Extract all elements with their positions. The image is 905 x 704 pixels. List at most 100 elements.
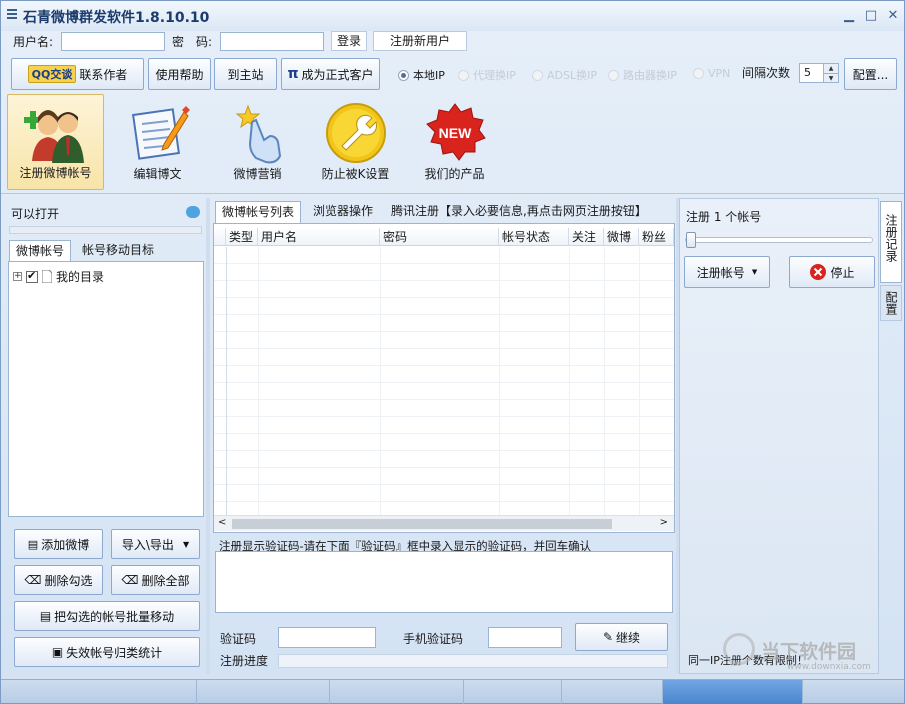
close-icon[interactable]: ✕ [885,8,901,24]
scroll-right-icon[interactable]: > [660,517,668,528]
register-progress-bar [278,654,668,668]
register-count-text: 注册 1 个帐号 [686,210,762,224]
wrench-icon [325,103,386,163]
tree-label: 我的目录 [56,270,105,284]
eraser-icon: ⌫ [121,573,139,587]
window-title: 石青微博群发软件1.8.10.10 [23,10,210,26]
qq-chat-icon: QQ交谈 [27,65,77,83]
vtab-register-log[interactable]: 注册记录 [880,201,902,283]
tool-label: 我们的产品 [424,167,485,181]
grid-corner [214,228,226,245]
vtab-label: 配置 [884,291,898,315]
interval-value: 5 [804,66,811,79]
tool-edit-post[interactable]: 编辑博文 [109,94,206,190]
tool-anti-ban[interactable]: 防止被K设置 [307,94,404,190]
radio-dot [693,68,704,79]
expand-icon[interactable]: + [13,272,22,281]
scroll-thumb[interactable] [232,519,612,529]
column-header[interactable]: 密码 [380,228,499,245]
password-label: 密 码: [172,35,213,49]
column-header[interactable]: 粉丝 [639,228,674,245]
username-input[interactable] [61,32,165,51]
hand-star-icon [235,104,281,164]
tool-register-account[interactable]: 注册微博帐号 [7,94,104,190]
radio-dot [532,69,543,81]
batch-move-button[interactable]: ▤ 把勾选的帐号批量移动 [14,601,200,631]
account-grid: 类型 用户名 密码 帐号状态 关注 微博 粉丝 < > [213,223,675,533]
phone-captcha-input[interactable] [488,627,562,648]
continue-icon: ✎ [602,630,614,644]
tab-tencent-register[interactable]: 腾讯注册【录入必要信息,再点击网页注册按钮】 [385,201,653,223]
tool-our-products[interactable]: NEW 我们的产品 [406,94,503,190]
delete-checked-button[interactable]: ⌫ 删除勾选 [14,565,103,595]
config-button[interactable]: 配置... [844,58,897,90]
watermark-url: www.downxia.com [787,662,871,672]
spin-up-icon[interactable]: ▲ [823,64,838,73]
tool-label: 编辑博文 [133,167,182,181]
interval-spinner[interactable]: 5 ▲ ▼ [799,63,839,83]
vtab-config[interactable]: 配置 [880,285,902,321]
status-cell [197,680,330,704]
register-account-label: 注册帐号 [696,265,745,280]
status-progress [9,226,202,234]
info-bubble-icon [186,206,200,218]
stop-icon [810,264,827,280]
invalid-stats-label: 失效帐号归类统计 [66,645,163,660]
watermark-logo [723,633,755,665]
status-cell-active [663,680,803,704]
radio-label: 本地IP [413,69,445,82]
minimize-icon[interactable]: ▁ [841,8,857,24]
system-menu-icon[interactable] [7,9,17,19]
invalid-stats-button[interactable]: ▣ 失效帐号归类统计 [14,637,200,667]
document-icon [42,270,52,283]
radio-local-ip[interactable]: 本地IP [398,67,445,83]
radio-proxy-ip[interactable]: 代理换IP [458,67,516,83]
password-input[interactable] [220,32,324,51]
column-header[interactable]: 类型 [226,228,258,245]
to-site-button[interactable]: 到主站 [214,58,277,90]
register-user-button[interactable]: 注册新用户 [373,31,467,51]
register-count-slider[interactable] [685,232,873,248]
pi-icon: π [287,66,299,82]
spin-down-icon[interactable]: ▼ [823,73,838,82]
main-window: 石青微博群发软件1.8.10.10 ▁ □ ✕ 用户名: 密 码: 登录 注册新… [0,0,905,704]
help-button[interactable]: 使用帮助 [148,58,211,90]
tool-weibo-marketing[interactable]: 微博营销 [209,94,306,190]
register-account-button[interactable]: 注册帐号 ▼ [684,256,770,288]
edit-document-icon [131,106,190,160]
tool-label: 微博营销 [233,167,282,181]
slider-thumb[interactable] [686,232,696,248]
column-header[interactable]: 微博 [604,228,639,245]
register-panel: 注册 1 个帐号 注册帐号 ▼ 停止 同一IP注册个数有限制！ [679,198,879,674]
login-button[interactable]: 登录 [331,31,367,51]
contact-author-button[interactable]: QQ交谈 联系作者 [11,58,144,90]
tab-browser-ops[interactable]: 浏览器操作 [307,201,379,223]
radio-adsl-ip[interactable]: ADSL换IP [532,67,597,83]
left-splitter[interactable] [206,198,210,674]
import-export-button[interactable]: 导入\导出 ▼ [111,529,200,559]
delete-all-button[interactable]: ⌫ 删除全部 [111,565,200,595]
tree-checkbox[interactable] [26,269,38,283]
tab-move-target[interactable]: 帐号移动目标 [76,240,160,262]
become-customer-button[interactable]: π 成为正式客户 [281,58,380,90]
new-badge-icon: NEW [425,103,486,161]
tab-weibo-accounts[interactable]: 微博帐号 [9,240,72,262]
tab-account-list[interactable]: 微博帐号列表 [215,201,302,223]
continue-button[interactable]: ✎ 继续 [575,623,668,651]
username-label: 用户名: [13,35,54,49]
tree-item[interactable]: + 我的目录 [13,268,104,285]
radio-router-ip[interactable]: 路由器换IP [608,67,677,83]
dropdown-arrow-icon: ▼ [182,539,190,549]
tool-label: 防止被K设置 [321,167,390,181]
column-header[interactable]: 用户名 [258,228,380,245]
maximize-icon[interactable]: □ [863,8,879,24]
vtab-label: 注册记录 [884,214,898,262]
column-header[interactable]: 帐号状态 [499,228,569,245]
horizontal-scrollbar[interactable]: < > [214,515,674,531]
column-header[interactable]: 关注 [569,228,604,245]
radio-vpn[interactable]: VPN [693,67,730,80]
add-weibo-button[interactable]: ▤ 添加微博 [14,529,103,559]
scroll-left-icon[interactable]: < [218,517,226,528]
captcha-input[interactable] [278,627,376,648]
stop-button[interactable]: 停止 [789,256,875,288]
